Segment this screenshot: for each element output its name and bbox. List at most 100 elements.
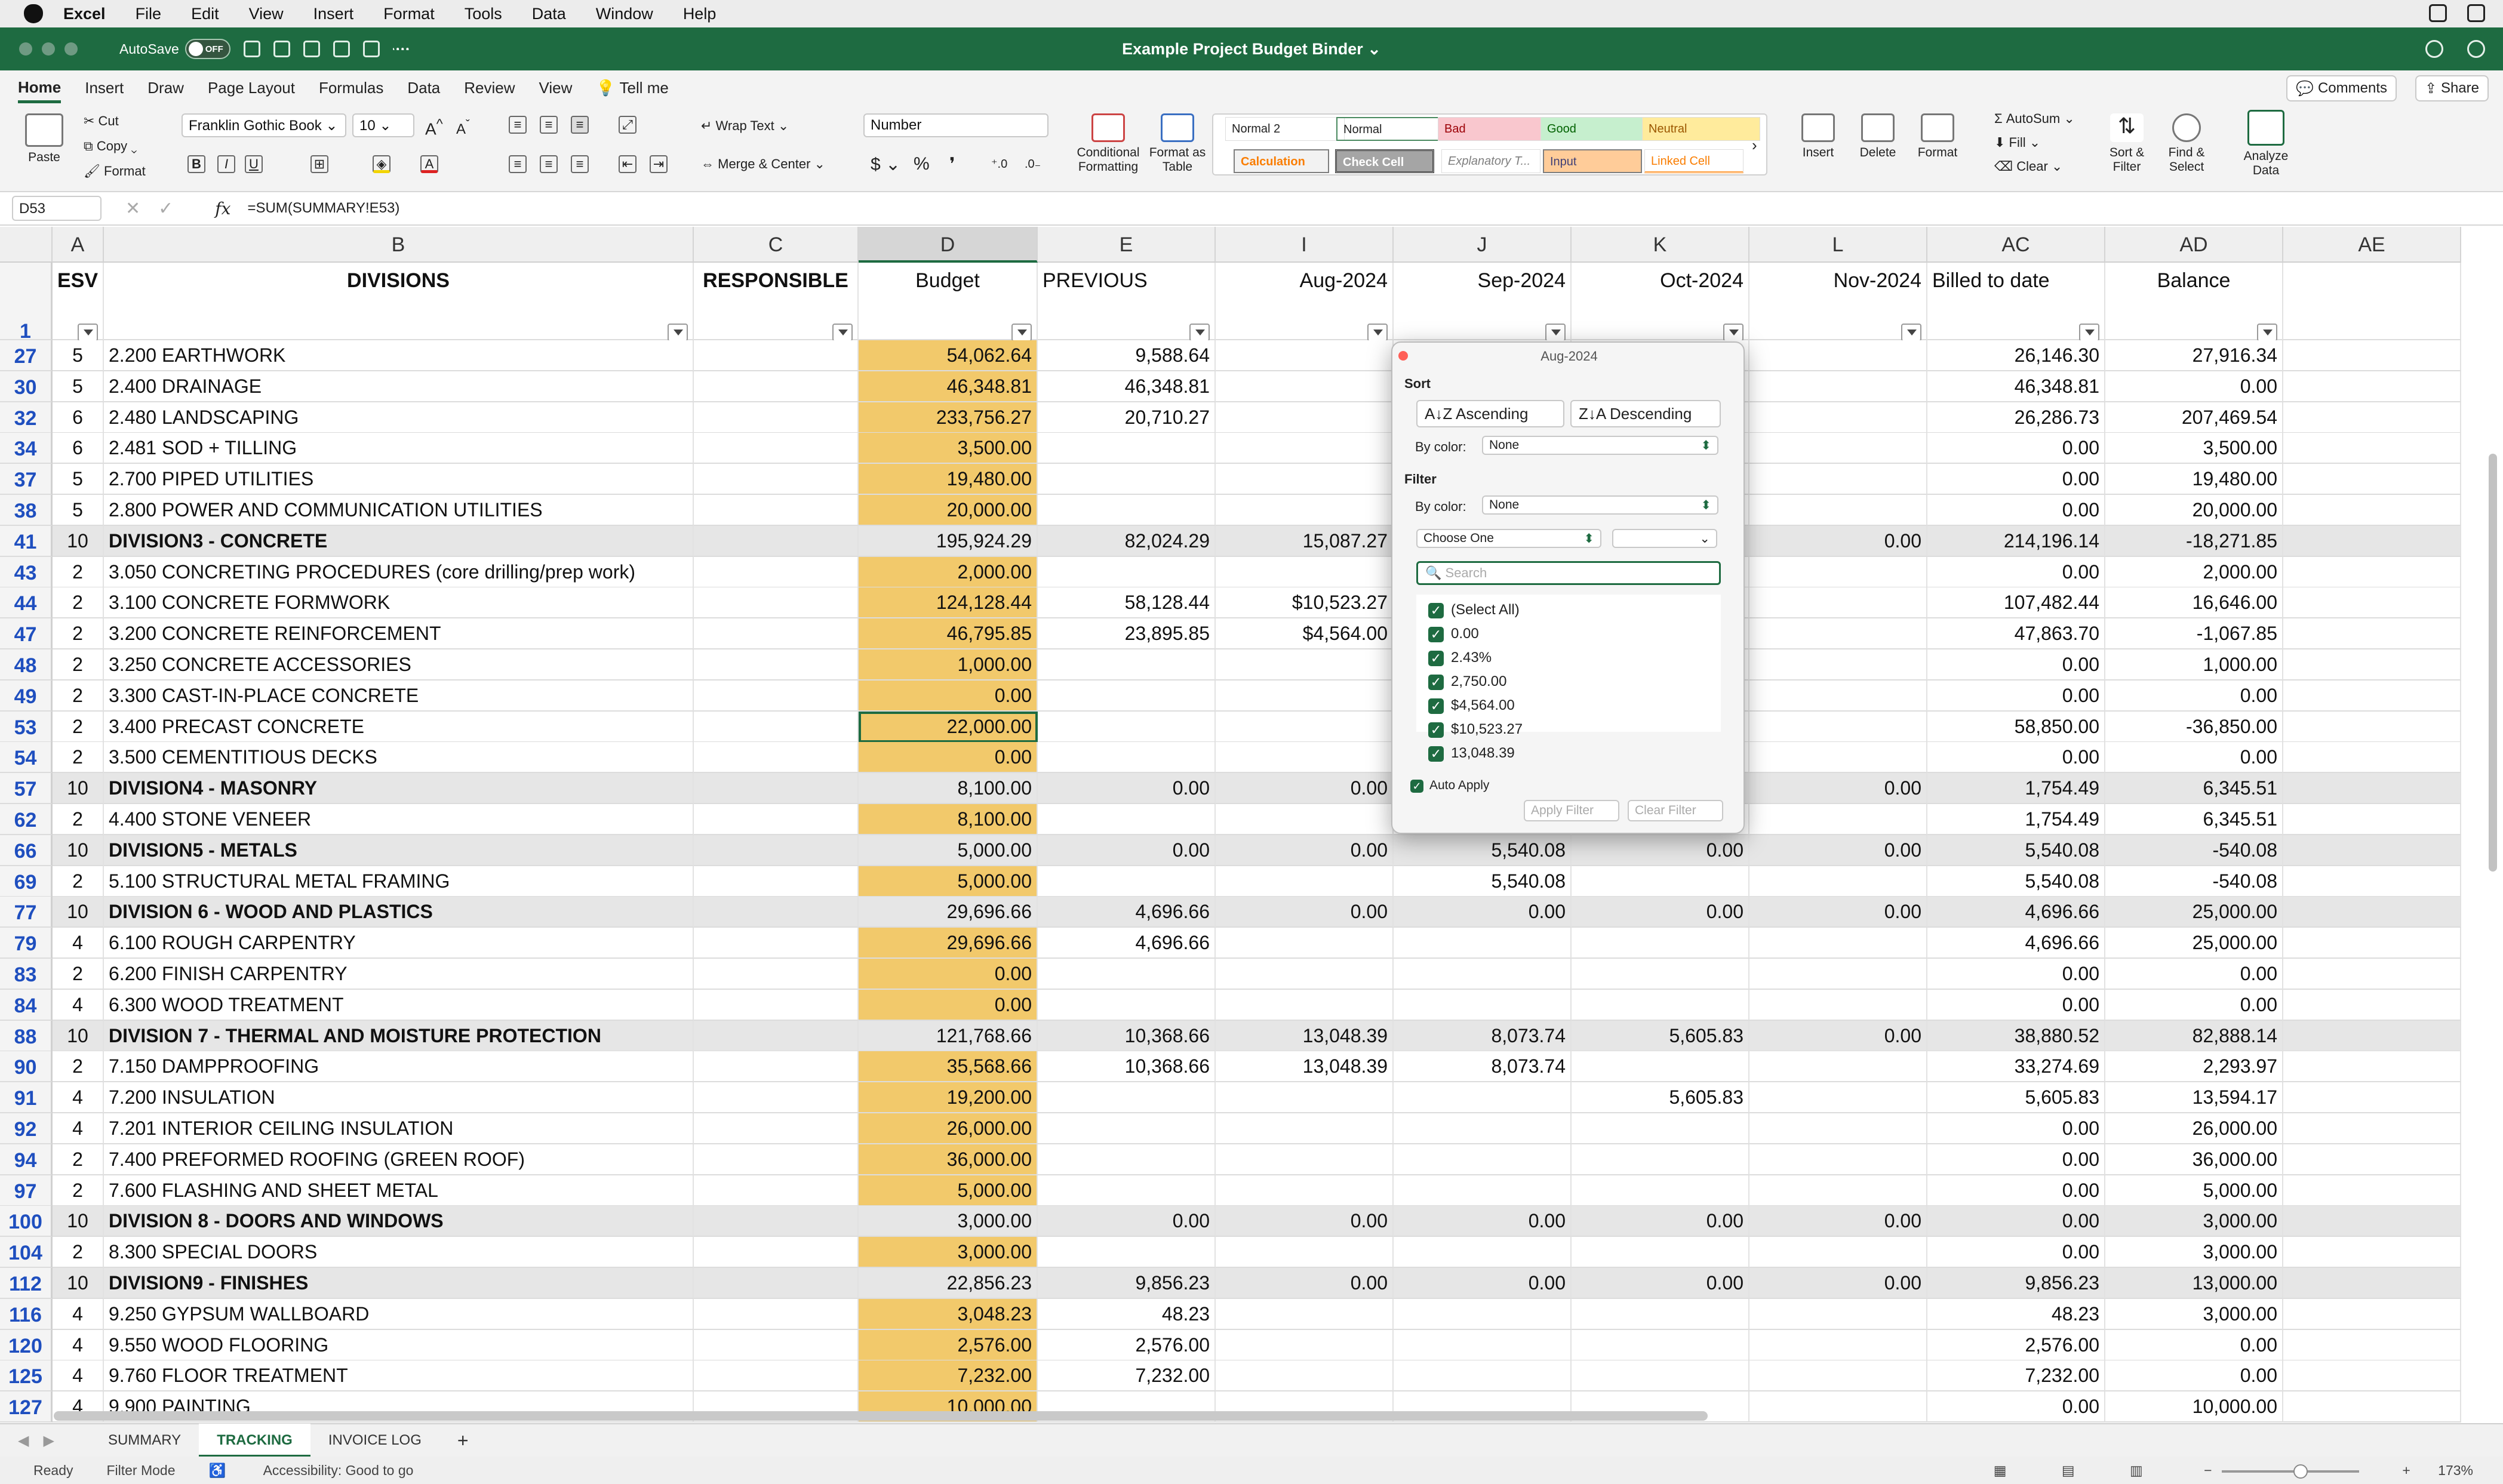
table-cell-ac[interactable]: 0.00 <box>1927 959 2105 990</box>
table-cell-c[interactable] <box>694 990 859 1021</box>
table-cell-i[interactable] <box>1216 340 1394 371</box>
row-header[interactable]: 125 <box>0 1360 53 1391</box>
table-cell-d[interactable]: 0.00 <box>859 742 1038 773</box>
table-cell-a[interactable]: 2 <box>53 959 104 990</box>
table-cell-k[interactable]: 0.00 <box>1572 1268 1749 1299</box>
table-cell-j[interactable]: 0.00 <box>1394 897 1572 928</box>
column-header-a[interactable]: A <box>53 227 104 263</box>
page-layout-view-icon[interactable]: ▤ <box>2062 1463 2075 1478</box>
table-cell-ac[interactable]: 5,605.83 <box>1927 1082 2105 1113</box>
search-icon[interactable] <box>2425 40 2443 58</box>
table-cell-k[interactable] <box>1572 1330 1749 1361</box>
table-cell-l[interactable]: 0.00 <box>1749 773 1927 804</box>
table-cell-a[interactable]: 2 <box>53 681 104 712</box>
table-cell-j[interactable] <box>1394 1330 1572 1361</box>
table-cell-e[interactable]: 9,856.23 <box>1038 1268 1216 1299</box>
table-cell-e[interactable]: 23,895.85 <box>1038 618 1216 649</box>
redo-icon[interactable] <box>362 41 380 57</box>
table-cell-i[interactable]: $10,523.27 <box>1216 587 1394 618</box>
close-window-button[interactable] <box>19 42 32 56</box>
table-cell-c[interactable] <box>694 1360 859 1391</box>
table-cell-i[interactable]: 13,048.39 <box>1216 1021 1394 1052</box>
sort-by-color-select[interactable]: None ⬍ <box>1482 436 1718 455</box>
table-cell-j[interactable]: 5,540.08 <box>1394 866 1572 897</box>
table-cell-i[interactable]: 0.00 <box>1216 1268 1394 1299</box>
table-cell-d[interactable]: 7,232.00 <box>859 1360 1038 1391</box>
style-bad[interactable]: Bad <box>1438 117 1556 141</box>
table-cell-j[interactable]: 0.00 <box>1394 1206 1572 1237</box>
row-header[interactable]: 37 <box>0 464 53 495</box>
table-cell-i[interactable] <box>1216 464 1394 495</box>
name-box[interactable]: D53 <box>12 196 102 221</box>
normal-view-icon[interactable]: ▦ <box>1994 1463 2007 1478</box>
table-cell-k[interactable]: 0.00 <box>1572 835 1749 866</box>
table-cell-ac[interactable]: 0.00 <box>1927 495 2105 526</box>
table-cell-i[interactable]: 0.00 <box>1216 897 1394 928</box>
table-cell-k[interactable]: 5,605.83 <box>1572 1082 1749 1113</box>
table-cell-ad[interactable]: 19,480.00 <box>2105 464 2283 495</box>
table-cell-l[interactable] <box>1749 1175 1927 1206</box>
increase-indent-icon[interactable]: ⇥ <box>650 155 668 173</box>
table-cell-l[interactable] <box>1749 959 1927 990</box>
table-cell-ae[interactable] <box>2283 1360 2461 1391</box>
table-cell-ad[interactable]: 0.00 <box>2105 1330 2283 1361</box>
table-cell-a[interactable]: 10 <box>53 1206 104 1237</box>
align-top-icon[interactable]: ≡ <box>509 116 527 134</box>
table-cell-c[interactable] <box>694 464 859 495</box>
menu-insert[interactable]: Insert <box>313 5 354 23</box>
align-center-icon[interactable]: ≡ <box>540 155 558 173</box>
table-cell-l[interactable] <box>1749 712 1927 743</box>
row-header[interactable]: 53 <box>0 712 53 743</box>
table-cell-i[interactable]: 13,048.39 <box>1216 1051 1394 1082</box>
table-cell-k[interactable] <box>1572 1237 1749 1268</box>
table-cell-d[interactable]: 0.00 <box>859 959 1038 990</box>
autosave-toggle[interactable]: OFF <box>185 39 230 59</box>
table-cell-c[interactable] <box>694 866 859 897</box>
table-cell-ac[interactable]: 0.00 <box>1927 681 2105 712</box>
filter-value-checkbox[interactable]: ✓ <box>1428 603 1444 618</box>
cut-button[interactable]: ✂ Cut <box>84 113 119 129</box>
row-header[interactable]: 94 <box>0 1144 53 1175</box>
table-cell-ad[interactable]: 25,000.00 <box>2105 928 2283 959</box>
table-cell-ac[interactable]: 0.00 <box>1927 433 2105 464</box>
table-cell-d[interactable]: 3,000.00 <box>859 1237 1038 1268</box>
menu-file[interactable]: File <box>136 5 162 23</box>
align-middle-icon[interactable]: ≡ <box>540 116 558 134</box>
table-cell-c[interactable] <box>694 1021 859 1052</box>
row-header[interactable]: 91 <box>0 1082 53 1113</box>
table-cell-ae[interactable] <box>2283 1113 2461 1144</box>
table-cell-l[interactable]: 0.00 <box>1749 835 1927 866</box>
table-cell-i[interactable] <box>1216 1330 1394 1361</box>
menu-format[interactable]: Format <box>383 5 435 23</box>
table-cell-j[interactable]: 8,073.74 <box>1394 1021 1572 1052</box>
table-cell-d[interactable]: 2,576.00 <box>859 1330 1038 1361</box>
next-sheet-icon[interactable]: ▶ <box>43 1432 54 1449</box>
condition-select[interactable]: Choose One ⬍ <box>1416 529 1601 548</box>
table-cell-b[interactable]: 9.550 WOOD FLOORING <box>104 1330 694 1361</box>
table-cell-e[interactable] <box>1038 804 1216 835</box>
table-cell-i[interactable] <box>1216 1299 1394 1330</box>
apply-filter-button[interactable]: Apply Filter <box>1524 800 1619 821</box>
table-cell-c[interactable] <box>694 587 859 618</box>
table-cell-ae[interactable] <box>2283 959 2461 990</box>
table-cell-d[interactable]: 19,480.00 <box>859 464 1038 495</box>
column-header-ad[interactable]: AD <box>2105 227 2283 263</box>
table-cell-e[interactable] <box>1038 742 1216 773</box>
row-header[interactable]: 43 <box>0 557 53 588</box>
filter-value-checkbox[interactable]: ✓ <box>1428 651 1444 666</box>
table-cell-e[interactable]: 46,348.81 <box>1038 371 1216 402</box>
filter-dropdown-c[interactable] <box>832 324 853 341</box>
table-cell-e[interactable]: 82,024.29 <box>1038 526 1216 557</box>
menu-window[interactable]: Window <box>596 5 653 23</box>
undo-icon[interactable] <box>333 41 350 57</box>
table-cell-j[interactable] <box>1394 1144 1572 1175</box>
wrap-text-button[interactable]: ↵ Wrap Text ⌄ <box>701 118 789 134</box>
comments-button[interactable]: 💬 Comments <box>2286 75 2397 101</box>
table-cell-e[interactable] <box>1038 712 1216 743</box>
zoom-slider[interactable] <box>2221 1464 2359 1479</box>
table-cell-e[interactable] <box>1038 990 1216 1021</box>
table-cell-ae[interactable] <box>2283 897 2461 928</box>
style-check-cell[interactable]: Check Cell <box>1335 149 1434 173</box>
tab-review[interactable]: Review <box>464 79 515 97</box>
zoom-in-icon[interactable]: + <box>2402 1463 2410 1478</box>
